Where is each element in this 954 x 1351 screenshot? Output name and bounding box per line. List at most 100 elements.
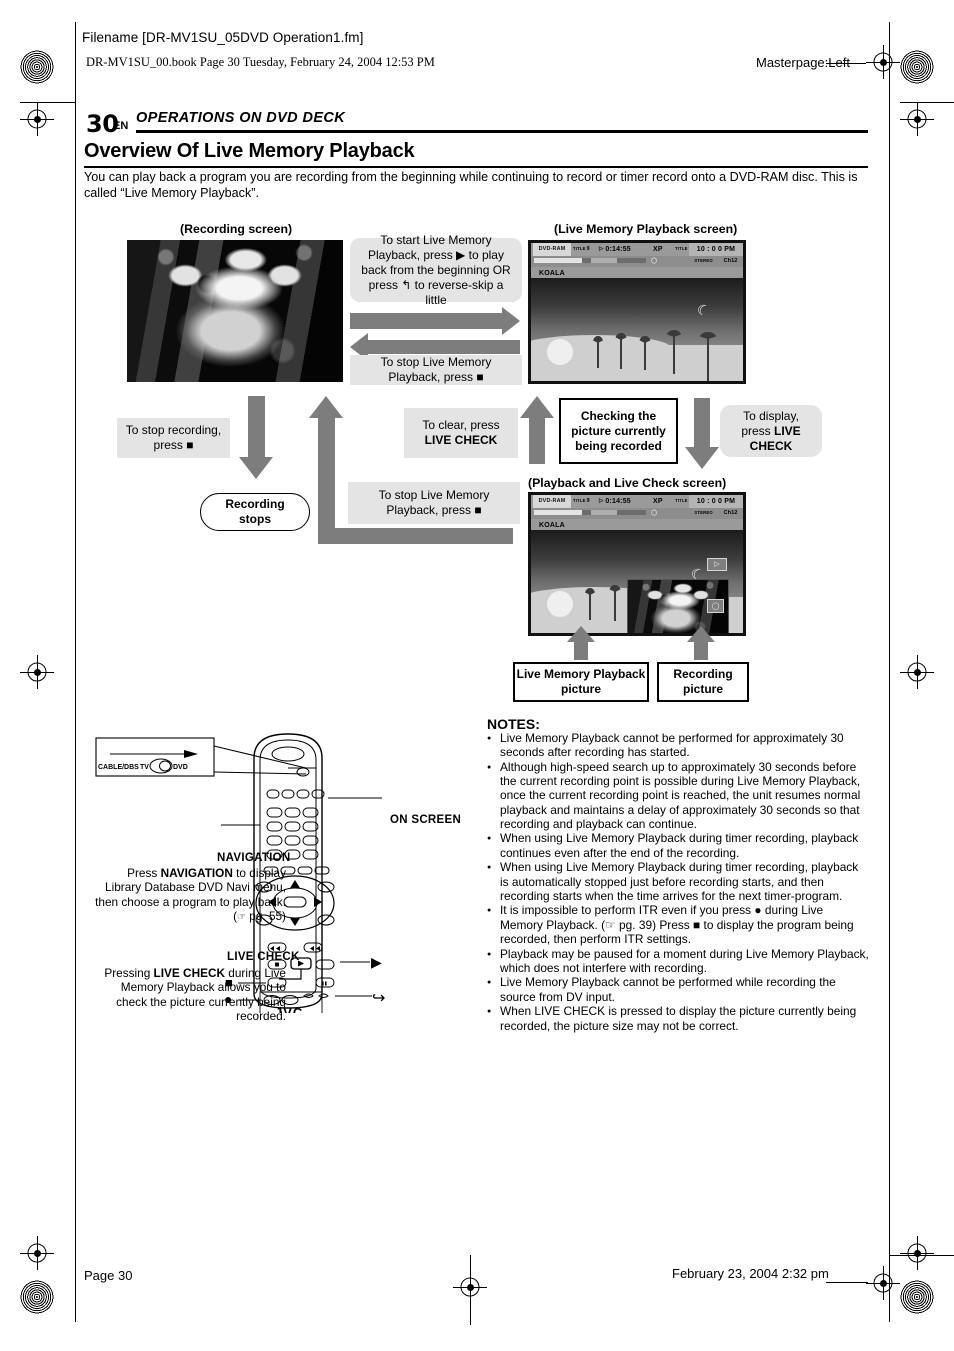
note-item: Playback may be paused for a moment duri… [487,947,869,975]
osd-program-name: KOALA [539,521,565,529]
label-recording-picture-text: Recording picture [673,667,733,696]
arrow-up-lmp-picture-head [567,626,595,642]
osd-play-icon: ▷ [599,497,604,504]
osd-title-label-2: TITLE [675,246,688,252]
osd-right-filler [689,519,743,530]
note-item: When LIVE CHECK is pressed to display th… [487,1004,869,1032]
arrow-right-shaft [350,313,502,329]
arrow-right-head [502,307,520,335]
osd-disc-type: DVD-RAM [538,497,566,504]
palm-tree-icon [581,583,599,620]
caption-recording-screen: (Recording screen) [180,222,293,236]
box-checking-picture: Checking the picture currently being rec… [559,398,678,464]
sun-icon [547,591,573,617]
trim-line-right-top [900,102,954,103]
osd-audio-channel-block: STEREO Ch12 [689,256,743,267]
registration-mark-right-top2 [900,102,934,136]
arrow-up-to-check-shaft [529,413,545,464]
osd-record-indicator-icon: ◯ [707,599,724,613]
osd-audio-channel-block: STEREO Ch12 [689,508,743,519]
osd-channel: Ch12 [723,509,738,516]
intro-paragraph: You can play back a program you are reco… [84,170,858,200]
caption-playback-live-check-screen: (Playback and Live Check screen) [528,476,727,490]
palm-tree-icon [693,327,723,381]
osd-elapsed-time: 0:14:55 [605,498,631,505]
page-title: Overview Of Live Memory Playback [84,140,415,162]
osd-channel: Ch12 [723,257,738,264]
box-recording-stops-text: Recording stops [225,497,285,526]
arrow-return-head [309,396,343,418]
box-stop-playback-mid: To stop Live Memory Playback, press ■ [348,482,520,524]
box-clear-live-check-text: To clear, press LIVE CHECK [422,418,500,447]
arrow-return-vertical-shaft [318,417,335,543]
registration-mark-right-bottom [900,1236,934,1270]
note-item: When using Live Memory Playback during t… [487,831,869,859]
box-stop-playback-top-text: To stop Live Memory Playback, press ■ [380,355,492,384]
registration-mark-left-bottom [20,1236,54,1270]
osd-title-number: 9 [586,245,590,252]
box-stop-recording-text: To stop recording, press ■ [125,423,222,452]
osd-title-number: 9 [586,497,590,504]
palm-tree-icon [605,580,625,621]
chapter-title: OPERATIONS ON DVD DECK [136,110,346,126]
osd-disc-type: DVD-RAM [538,245,566,252]
arrow-return-horizontal-shaft [318,528,513,544]
registration-mark-right-top [866,45,900,79]
palm-tree-icon [589,331,607,368]
arrow-down-to-recording-stops-shaft [248,396,265,458]
osd-play-icon: ▷ [599,245,604,252]
trim-line-bottom-center [470,1255,471,1325]
box-start-live-memory-playback: To start Live Memory Playback, press ▶ t… [350,233,522,307]
registration-mark-left-top [20,102,54,136]
note-item: It is impossible to perform ITR even if … [487,903,869,946]
osd-audio-mode: STEREO [694,258,713,264]
filename-header: Filename [DR-MV1SU_05DVD Operation1.fm] [82,30,364,45]
osd-clock-block: 10 : 0 0 PM [689,243,743,256]
book-info-line: DR-MV1SU_00.book Page 30 Tuesday, Februa… [86,55,435,69]
sun-icon [547,339,573,365]
notes-heading: NOTES: [487,716,540,732]
arrow-down-to-livecheck-head [685,447,719,469]
arrow-up-recording-picture-head [687,626,715,642]
trim-line-left-top [20,102,75,103]
title-rule [84,166,868,168]
masterpage-strikethrough [826,63,866,64]
note-item: Live Memory Playback cannot be performed… [487,731,869,759]
caption-navigation: Press NAVIGATION to display Library Data… [95,866,286,923]
osd-audio-mode: STEREO [694,510,713,516]
recording-screen-photo [127,240,343,382]
play-icon: ▶ [371,954,382,970]
footer-date: February 23, 2004 2:32 pm [672,1266,829,1281]
switch-label-tv: TV [140,764,149,771]
arrow-down-to-recording-stops-head [239,457,273,479]
registration-mark-footer-right [866,1266,900,1300]
osd-overlay-2: DVD-RAM TITLE 9 ▷ 0:14:55 XP TITLE 9 CHA… [531,495,743,530]
box-clear-live-check: To clear, press LIVE CHECK [404,408,518,458]
registration-mark-right-mid [900,655,934,689]
remote-label-on-screen: ON SCREEN [390,814,462,826]
density-dot-right-top [900,50,934,84]
label-live-memory-playback-picture-text: Live Memory Playback picture [516,667,646,696]
koala-image [127,240,343,382]
caption-live-memory-playback-screen: (Live Memory Playback screen) [554,222,738,236]
footer-date-rule [826,1282,868,1283]
osd-right-filler [689,267,743,278]
page-frame-left [75,22,76,1322]
osd-elapsed-time: 0:14:55 [605,246,631,253]
registration-mark-left-mid [20,655,54,689]
page-canvas: Filename [DR-MV1SU_05DVD Operation1.fm] … [0,0,954,1351]
arrow-up-to-check-head [520,396,554,418]
remote-label-navigation: NAVIGATION [217,852,291,864]
density-dot-right-bottom [900,1280,934,1314]
osd-title-label: TITLE [573,246,586,252]
reverse-skip-icon: ↩ [372,990,386,1007]
box-recording-stops: Recording stops [200,493,310,531]
density-dot-left-bottom [20,1280,54,1314]
osd-clock-block: 10 : 0 0 PM [689,495,743,508]
box-checking-picture-text: Checking the picture currently being rec… [571,408,666,453]
footer-page: Page 30 [84,1268,133,1283]
box-stop-playback-top: To stop Live Memory Playback, press ■ [350,355,522,385]
arrow-left-shaft [368,340,520,354]
osd-play-indicator-icon: ▷ [707,558,727,571]
osd-clock: 10 : 0 0 PM [696,498,736,505]
